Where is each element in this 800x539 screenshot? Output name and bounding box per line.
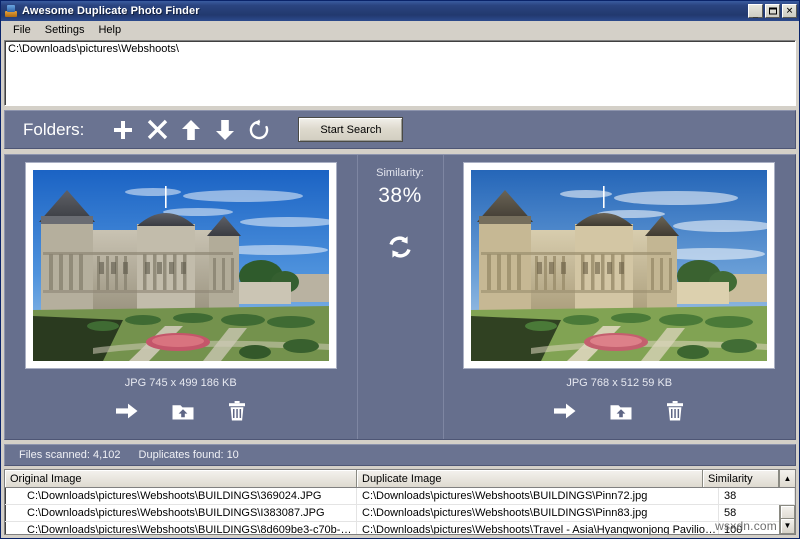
window-controls: _ ✕ (748, 4, 797, 18)
reset-icon[interactable] (242, 116, 276, 144)
start-search-button[interactable]: Start Search (298, 117, 404, 142)
files-scanned-status: Files scanned: 4,102 (19, 449, 121, 461)
open-folder-icon[interactable] (172, 402, 194, 421)
cell-similarity: 38 (719, 488, 795, 504)
column-header-similarity[interactable]: Similarity (703, 470, 779, 487)
compare-panel: JPG 745 x 499 186 KB Similarity: 38% JPG… (4, 154, 796, 440)
title-bar: Awesome Duplicate Photo Finder _ ✕ (1, 1, 799, 21)
right-photo-frame (464, 163, 775, 368)
maximize-button[interactable] (765, 4, 780, 18)
cell-original-image: C:\Downloads\pictures\Webshoots\BUILDING… (5, 522, 357, 534)
menu-item-settings[interactable]: Settings (38, 23, 92, 37)
open-folder-icon[interactable] (610, 402, 632, 421)
close-icon: ✕ (785, 5, 794, 16)
right-photo[interactable] (471, 170, 768, 361)
go-to-next-icon[interactable] (115, 402, 138, 420)
similarity-label: Similarity: (376, 167, 424, 179)
column-header-original-image[interactable]: Original Image (5, 470, 357, 487)
delete-icon[interactable] (228, 401, 246, 421)
table-row[interactable]: C:\Downloads\pictures\Webshoots\BUILDING… (5, 505, 795, 522)
minimize-icon: _ (752, 8, 759, 19)
cell-duplicate-image: C:\Downloads\pictures\Webshoots\Travel -… (357, 522, 719, 534)
move-up-icon[interactable] (174, 116, 208, 144)
swap-icon[interactable] (387, 234, 413, 263)
menu-item-file[interactable]: File (6, 23, 38, 37)
right-image-actions (554, 401, 684, 421)
close-button[interactable]: ✕ (782, 4, 797, 18)
left-image-actions (115, 401, 246, 421)
status-bar: Files scanned: 4,102 Duplicates found: 1… (4, 444, 796, 466)
scroll-down-button[interactable]: ▼ (780, 518, 795, 534)
chevron-down-icon: ▼ (783, 521, 792, 530)
go-to-next-icon[interactable] (554, 402, 576, 420)
right-image-pane: JPG 768 x 512 59 KB (444, 155, 796, 439)
folders-label: Folders: (23, 119, 85, 139)
photos-stack-icon (4, 4, 18, 18)
left-image-pane: JPG 745 x 499 186 KB (5, 155, 357, 439)
scroll-up-button[interactable]: ▲ (779, 470, 795, 487)
results-header-row: Original Image Duplicate Image Similarit… (5, 470, 795, 488)
minimize-button[interactable]: _ (748, 4, 763, 18)
right-image-meta: JPG 768 x 512 59 KB (566, 377, 673, 389)
similarity-value: 38% (378, 184, 422, 207)
left-image-meta: JPG 745 x 499 186 KB (124, 377, 237, 389)
table-row[interactable]: C:\Downloads\pictures\Webshoots\BUILDING… (5, 522, 795, 534)
similarity-pane: Similarity: 38% (356, 155, 444, 439)
folder-list[interactable]: C:\Downloads\pictures\Webshoots\ (4, 40, 796, 106)
menu-item-help[interactable]: Help (91, 23, 128, 37)
left-photo-frame (25, 163, 336, 368)
add-folder-icon[interactable] (106, 116, 140, 144)
menu-bar: File Settings Help (1, 21, 799, 39)
window-title: Awesome Duplicate Photo Finder (22, 5, 200, 17)
delete-icon[interactable] (666, 401, 684, 421)
duplicates-found-status: Duplicates found: 10 (138, 449, 239, 461)
maximize-icon (768, 7, 777, 15)
folders-toolbar: Folders: Start Search (4, 110, 796, 149)
results-body: C:\Downloads\pictures\Webshoots\BUILDING… (5, 488, 795, 534)
cell-duplicate-image: C:\Downloads\pictures\Webshoots\BUILDING… (357, 505, 719, 521)
table-row[interactable]: C:\Downloads\pictures\Webshoots\BUILDING… (5, 488, 795, 505)
vertical-scrollbar[interactable]: ▼ (779, 505, 795, 534)
remove-folder-icon[interactable] (140, 116, 174, 144)
application-window: Awesome Duplicate Photo Finder _ ✕ File … (0, 0, 800, 539)
results-table: Original Image Duplicate Image Similarit… (4, 469, 796, 535)
folder-list-item[interactable]: C:\Downloads\pictures\Webshoots\ (8, 43, 792, 56)
cell-original-image: C:\Downloads\pictures\Webshoots\BUILDING… (5, 505, 357, 521)
column-header-duplicate-image[interactable]: Duplicate Image (357, 470, 703, 487)
move-down-icon[interactable] (208, 116, 242, 144)
cell-duplicate-image: C:\Downloads\pictures\Webshoots\BUILDING… (357, 488, 719, 504)
left-photo[interactable] (32, 170, 329, 361)
cell-original-image: C:\Downloads\pictures\Webshoots\BUILDING… (5, 488, 357, 504)
start-search-label: Start Search (320, 123, 382, 136)
chevron-up-icon: ▲ (783, 473, 792, 483)
